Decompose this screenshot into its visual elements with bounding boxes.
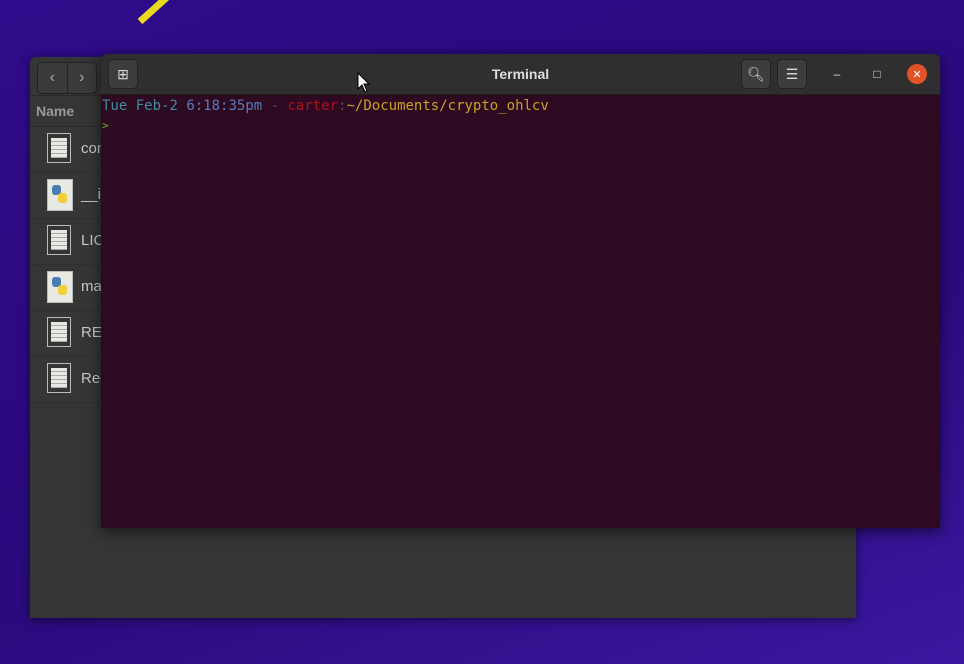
text-file-icon [47, 363, 71, 393]
search-button[interactable]: 🔍︎ [741, 59, 771, 89]
text-file-icon [47, 317, 71, 347]
close-button[interactable]: ✕ [907, 64, 927, 84]
terminal-header[interactable]: ⊞ Terminal 🔍︎ ☰ – □ ✕ [101, 54, 940, 95]
nav-buttons: ‹ › [37, 62, 97, 94]
minimize-button[interactable]: – [827, 64, 847, 84]
close-icon: ✕ [912, 68, 922, 81]
maximize-button[interactable]: □ [867, 64, 887, 84]
hamburger-icon: ☰ [785, 65, 799, 82]
terminal-window: ⊞ Terminal 🔍︎ ☰ – □ ✕ Tue Feb-2 6:18:35p… [101, 54, 940, 528]
file-row[interactable]: RE [30, 310, 102, 357]
file-row[interactable]: Rec [30, 356, 108, 403]
prompt-symbol: > [102, 119, 109, 132]
file-row[interactable]: con [30, 126, 105, 173]
python-file-icon [47, 179, 73, 211]
prompt-line: Tue Feb-2 6:18:35pm - carter:~/Documents… [102, 98, 549, 114]
window-title: Terminal [491, 66, 550, 82]
python-file-icon [47, 271, 73, 303]
back-button[interactable]: ‹ [38, 63, 68, 93]
text-file-icon [47, 133, 71, 163]
search-icon: 🔍︎ [747, 65, 765, 82]
file-row[interactable]: ma [30, 264, 102, 311]
file-row[interactable]: __i [30, 172, 102, 219]
text-file-icon [47, 225, 71, 255]
yellow-stroke [137, 0, 196, 25]
file-row[interactable]: LIC [30, 218, 104, 265]
menu-button[interactable]: ☰ [777, 59, 807, 89]
name-column-header[interactable]: Name [30, 95, 102, 127]
forward-button[interactable]: › [68, 63, 97, 93]
terminal-body[interactable]: Tue Feb-2 6:18:35pm - carter:~/Documents… [101, 95, 940, 137]
